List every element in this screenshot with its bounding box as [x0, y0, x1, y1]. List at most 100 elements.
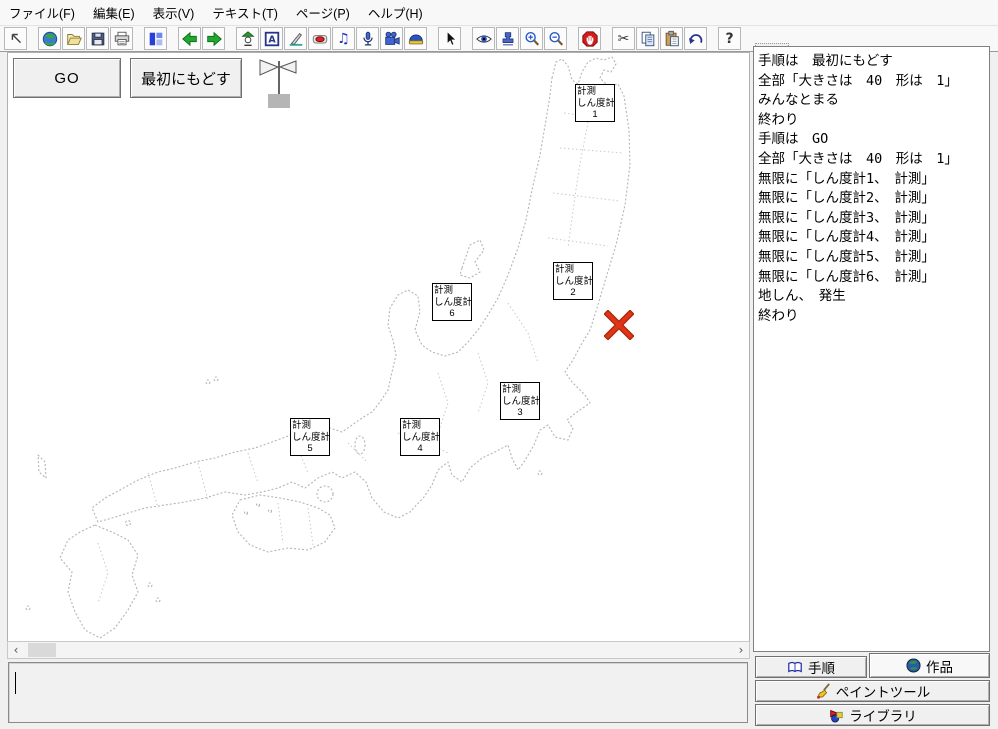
scrollbar-thumb[interactable]	[28, 643, 56, 657]
paste-button[interactable]	[660, 27, 683, 50]
movie-camera-button[interactable]	[380, 27, 403, 50]
scroll-right-button[interactable]: ›	[733, 642, 749, 658]
code-line: 無限に「しん度計6、 計測」	[758, 268, 989, 288]
sensor-number: 6	[434, 308, 470, 320]
menu-item[interactable]: ページ(P)	[287, 0, 359, 25]
sensor-number: 1	[577, 109, 613, 121]
text-icon: A	[263, 30, 281, 48]
stop-hand-icon	[581, 30, 599, 48]
paint-tool-button[interactable]: ペイントツール	[755, 680, 990, 702]
svg-text:A: A	[268, 34, 276, 45]
back-arrow-icon	[181, 30, 199, 48]
world-icon	[41, 30, 59, 48]
library-button[interactable]: ライブラリ	[755, 704, 990, 726]
menu-item[interactable]: ヘルプ(H)	[359, 0, 432, 25]
japan-map	[8, 53, 749, 641]
page-layout-icon	[147, 30, 165, 48]
stamp-figure-button[interactable]	[236, 27, 259, 50]
world-button[interactable]	[38, 27, 61, 50]
sensor-number: 4	[402, 443, 438, 455]
code-line: 地しん、 発生	[758, 287, 989, 307]
forward-arrow-icon	[205, 30, 223, 48]
open-folder-icon	[65, 30, 83, 48]
sensor-label-line1: 計測	[555, 264, 591, 276]
music-note-icon: ♫	[337, 32, 350, 46]
tab-procedure[interactable]: 手順	[755, 656, 867, 678]
flag-sprite[interactable]	[255, 56, 299, 110]
button-widget-button[interactable]	[308, 27, 331, 50]
sensor-label-line2: しん度計	[402, 432, 438, 444]
tab-procedure-label: 手順	[808, 657, 835, 677]
stamp-figure-icon	[239, 30, 257, 48]
code-line: 無限に「しん度計2、 計測」	[758, 189, 989, 209]
seismometer-sprite[interactable]: 計測 しん度計 5	[290, 418, 330, 456]
seismometer-sprite[interactable]: 計測 しん度計 4	[400, 418, 440, 456]
book-icon	[787, 660, 803, 674]
back-arrow-button[interactable]	[178, 27, 201, 50]
tab-work[interactable]: 作品	[869, 653, 990, 678]
stop-hand-button[interactable]	[578, 27, 601, 50]
pen-button[interactable]	[284, 27, 307, 50]
scroll-left-button[interactable]: ‹	[8, 642, 24, 658]
cursor-arrow-button[interactable]	[438, 27, 461, 50]
library-label: ライブラリ	[849, 705, 917, 725]
cut-button[interactable]: ✂	[612, 27, 635, 50]
sensor-label-line2: しん度計	[434, 297, 470, 309]
seismometer-sprite[interactable]: 計測 しん度計 1	[575, 84, 615, 122]
go-button[interactable]: GO	[13, 58, 121, 98]
tab-work-label: 作品	[926, 656, 953, 676]
code-line: 全部「大きさは 40 形は 1」	[758, 72, 989, 92]
microphone-button[interactable]	[356, 27, 379, 50]
menu-item[interactable]: ファイル(F)	[0, 0, 84, 25]
text-button[interactable]: A	[260, 27, 283, 50]
reset-button[interactable]: 最初にもどす	[130, 58, 242, 98]
map-canvas[interactable]: GO 最初にもどす 計測 しん度計 1 計測 しん度計 2 計測 しん度計 3	[8, 53, 749, 641]
sensor-number: 3	[502, 407, 538, 419]
seismometer-sprite[interactable]: 計測 しん度計 3	[500, 382, 540, 420]
undo-button[interactable]	[684, 27, 707, 50]
zoom-in-button[interactable]	[520, 27, 543, 50]
help-button[interactable]: ?	[718, 27, 741, 50]
menu-item[interactable]: 表示(V)	[144, 0, 204, 25]
sensor-label-line2: しん度計	[502, 396, 538, 408]
code-line: 終わり	[758, 111, 989, 131]
forward-arrow-button[interactable]	[202, 27, 225, 50]
menu-item[interactable]: テキスト(T)	[203, 0, 287, 25]
zoom-out-button[interactable]	[544, 27, 567, 50]
menu-item[interactable]: 編集(E)	[84, 0, 144, 25]
code-line: みんなとまる	[758, 91, 989, 111]
sensor-label-line1: 計測	[434, 285, 470, 297]
code-panel[interactable]: 手順は 最初にもどす全部「大きさは 40 形は 1」みんなとまる終わり手順は G…	[753, 46, 990, 652]
save-button[interactable]	[86, 27, 109, 50]
stamp-icon	[499, 30, 517, 48]
cap-button[interactable]	[404, 27, 427, 50]
seismometer-sprite[interactable]: 計測 しん度計 6	[432, 283, 472, 321]
stamp-button[interactable]	[496, 27, 519, 50]
earthquake-marker[interactable]	[604, 310, 634, 340]
sensor-number: 5	[292, 443, 328, 455]
print-button[interactable]	[110, 27, 133, 50]
copy-button[interactable]	[636, 27, 659, 50]
sensor-label-line2: しん度計	[555, 276, 591, 288]
x-icon	[604, 310, 634, 340]
code-line: 無限に「しん度計3、 計測」	[758, 209, 989, 229]
select-arrow-button[interactable]	[4, 27, 27, 50]
cursor-arrow-icon	[441, 30, 459, 48]
music-note-button[interactable]: ♫	[332, 27, 355, 50]
cut-icon: ✂	[618, 32, 630, 46]
select-arrow-icon	[7, 30, 25, 48]
code-line: 終わり	[758, 307, 989, 327]
seismometer-sprite[interactable]: 計測 しん度計 2	[553, 262, 593, 300]
scrollbar-track[interactable]	[24, 642, 733, 658]
paint-tool-label: ペイントツール	[836, 681, 931, 701]
open-folder-button[interactable]	[62, 27, 85, 50]
shapes-icon	[828, 707, 844, 723]
page-layout-button[interactable]	[144, 27, 167, 50]
command-input[interactable]	[8, 662, 748, 723]
undo-icon	[687, 30, 705, 48]
zoom-in-icon	[523, 30, 541, 48]
eye-button[interactable]	[472, 27, 495, 50]
eye-icon	[475, 30, 493, 48]
sensor-number: 2	[555, 287, 591, 299]
sensor-label-line1: 計測	[502, 384, 538, 396]
